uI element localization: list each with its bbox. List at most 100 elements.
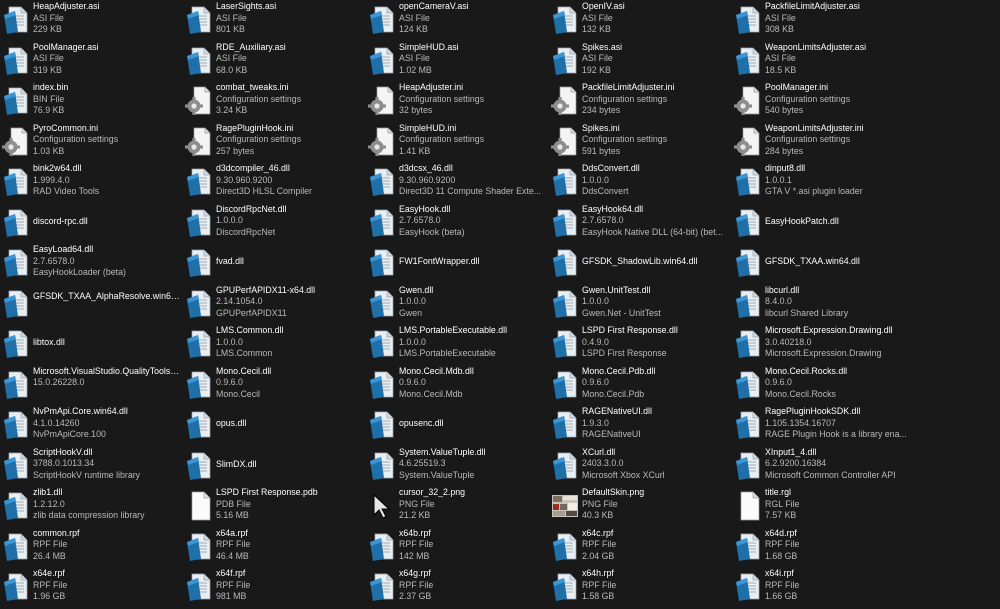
file-item-nvpmapi-core-win64-dll[interactable]: NvPmApi.Core.win64.dll 4.1.0.14260 NvPmApi… <box>0 405 183 446</box>
file-item-system-valuetuple-dll[interactable]: System.ValueTuple.dll 4.6.25519.3 System.V… <box>366 446 549 487</box>
document-icon <box>2 248 30 278</box>
file-item-mono-cecil-mdb-dll[interactable]: Mono.Cecil.Mdb.dll 0.9.6.0 Mono.Cecil.Mdb <box>366 365 549 406</box>
file-name: x64i.rpf <box>765 568 794 578</box>
file-type-or-version: ASI File <box>582 53 613 64</box>
file-size-or-description: NvPmApiCore.100 <box>33 429 106 440</box>
file-item-scripthookv-dll[interactable]: ScriptHookV.dll 3788.0.1013.34 ScriptHookV… <box>0 446 183 487</box>
file-item-discordrpcnet-dll[interactable]: DiscordRpcNet.dll 1.0.0.0 DiscordRpcNet <box>183 203 366 244</box>
file-item-gwen-unittest-dll[interactable]: Gwen.UnitTest.dll 1.0.0.0 Gwen.Net - UnitT… <box>549 284 732 325</box>
file-item-mono-cecil-rocks-dll[interactable]: Mono.Cecil.Rocks.dll 0.9.6.0 Mono.Cecil.Ro… <box>732 365 915 406</box>
file-item-spikes-asi[interactable]: Spikes.asi ASI File 192 KB <box>549 41 732 82</box>
file-size-or-description: 26.4 MB <box>33 550 66 561</box>
file-item-lms-common-dll[interactable]: LMS.Common.dll 1.0.0.0 LMS.Common <box>183 324 366 365</box>
file-name: LSPD First Response.pdb <box>216 487 318 497</box>
file-name: DiscordRpcNet.dll <box>216 203 287 214</box>
file-item-gpuperfapidx11-x64-dll[interactable]: GPUPerfAPIDX11-x64.dll 2.14.1054.0 GPUPerf… <box>183 284 366 325</box>
file-item-index-bin[interactable]: index.bin BIN File 76.9 KB <box>0 81 183 122</box>
file-item-slimdx-dll[interactable]: SlimDX.dll <box>183 446 366 487</box>
file-name: x64b.rpf <box>399 527 431 538</box>
file-item-easyhookpatch-dll[interactable]: EasyHookPatch.dll <box>732 203 915 244</box>
file-item-lspd-first-response-dll[interactable]: LSPD First Response.dll 0.4.9.0 LSPD First… <box>549 324 732 365</box>
file-item-packfilelimitadjuster-asi[interactable]: PackfileLimitAdjuster.asi ASI File 308 KB <box>732 0 915 41</box>
file-item-heapadjuster-ini[interactable]: HeapAdjuster.ini Configuration settings 32… <box>366 81 549 122</box>
file-item-gwen-dll[interactable]: Gwen.dll 1.0.0.0 Gwen <box>366 284 549 325</box>
file-type-or-version: ASI File <box>33 12 64 23</box>
file-name: Gwen.dll <box>399 284 434 295</box>
file-item-mono-cecil-pdb-dll[interactable]: Mono.Cecil.Pdb.dll 0.9.6.0 Mono.Cecil.Pdb <box>549 365 732 406</box>
file-item-microsoft-expression-drawing-dll[interactable]: Microsoft.Expression.Drawing.dll 3.0.4021… <box>732 324 915 365</box>
file-item-dinput8-dll[interactable]: dinput8.dll 1.0.0.1 GTA V *.asi plugin loa… <box>732 162 915 203</box>
document-icon <box>368 208 396 238</box>
file-item-ragepluginhook-ini[interactable]: RagePluginHook.ini Configuration settings… <box>183 122 366 163</box>
file-item-gfsdk-shadowlib-win64-dll[interactable]: GFSDK_ShadowLib.win64.dll <box>549 243 732 284</box>
file-item-opencamerav-asi[interactable]: openCameraV.asi ASI File 124 KB <box>366 0 549 41</box>
document-icon <box>2 410 30 440</box>
file-item-lasersights-asi[interactable]: LaserSights.asi ASI File 801 KB <box>183 0 366 41</box>
file-item-x64g-rpf[interactable]: x64g.rpf RPF File 2.37 GB <box>366 567 549 608</box>
file-item-microsoft-visualstudio-qualitytools-unittestframework-dll[interactable]: Microsoft.VisualStudio.QualityTools.Unit… <box>0 365 183 406</box>
file-item-rde-auxiliary-asi[interactable]: RDE_Auxiliary.asi ASI File 68.0 KB <box>183 41 366 82</box>
settings-file-icon <box>368 86 396 116</box>
file-item-x64f-rpf[interactable]: x64f.rpf RPF File 981 MB <box>183 567 366 608</box>
file-item-weaponlimitsadjuster-ini[interactable]: WeaponLimitsAdjuster.ini Configuration se… <box>732 122 915 163</box>
file-item-x64a-rpf[interactable]: x64a.rpf RPF File 46.4 MB <box>183 527 366 568</box>
file-item-x64e-rpf[interactable]: x64e.rpf RPF File 1.96 GB <box>0 567 183 608</box>
file-item-fvad-dll[interactable]: fvad.dll <box>183 243 366 284</box>
file-item-combat-tweaks-ini[interactable]: combat_tweaks.ini Configuration settings 3… <box>183 81 366 122</box>
file-item-d3dcompiler-46-dll[interactable]: d3dcompiler_46.dll 9.30.960.9200 Direct3D … <box>183 162 366 203</box>
file-size-or-description: Gwen.Net - UnitTest <box>582 307 661 318</box>
file-item-poolmanager-ini[interactable]: PoolManager.ini Configuration settings 540… <box>732 81 915 122</box>
file-item-heapadjuster-asi[interactable]: HeapAdjuster.asi ASI File 229 KB <box>0 0 183 41</box>
file-item-packfilelimitadjuster-ini[interactable]: PackfileLimitAdjuster.ini Configuration s… <box>549 81 732 122</box>
file-item-poolmanager-asi[interactable]: PoolManager.asi ASI File 319 KB <box>0 41 183 82</box>
file-item-easyhook64-dll[interactable]: EasyHook64.dll 2.7.6578.0 EasyHook Native … <box>549 203 732 244</box>
document-icon <box>734 451 762 481</box>
file-size-or-description: LMS.PortableExecutable <box>399 348 496 359</box>
file-item-ragepluginhooksdk-dll[interactable]: RagePluginHookSDK.dll 1.105.1354.16707 RAG… <box>732 405 915 446</box>
document-icon <box>2 491 30 521</box>
file-item-title-rgl[interactable]: title.rgl RGL File 7.57 KB <box>732 486 915 527</box>
file-item-fw1fontwrapper-dll[interactable]: FW1FontWrapper.dll <box>366 243 549 284</box>
file-item-x64i-rpf[interactable]: x64i.rpf RPF File 1.66 GB <box>732 567 915 608</box>
file-item-spikes-ini[interactable]: Spikes.ini Configuration settings 591 byte… <box>549 122 732 163</box>
file-item-mono-cecil-dll[interactable]: Mono.Cecil.dll 0.9.6.0 Mono.Cecil <box>183 365 366 406</box>
file-item-lms-portableexecutable-dll[interactable]: LMS.PortableExecutable.dll 1.0.0.0 LMS.Por… <box>366 324 549 365</box>
file-name: Mono.Cecil.dll <box>216 365 272 376</box>
document-icon <box>368 451 396 481</box>
file-item-openiv-asi[interactable]: OpenIV.asi ASI File 132 KB <box>549 0 732 41</box>
file-item-xcurl-dll[interactable]: XCurl.dll 2403.3.0.0 Microsoft Xbox XCurl <box>549 446 732 487</box>
file-item-easyload64-dll[interactable]: EasyLoad64.dll 2.7.6578.0 EasyHookLoader (… <box>0 243 183 284</box>
file-item-xinput1-4-dll[interactable]: XInput1_4.dll 6.2.9200.16384 Microsoft Com… <box>732 446 915 487</box>
file-item-simplehud-ini[interactable]: SimpleHUD.ini Configuration settings 1.41 … <box>366 122 549 163</box>
file-item-x64h-rpf[interactable]: x64h.rpf RPF File 1.58 GB <box>549 567 732 608</box>
file-size-or-description: 1.68 GB <box>765 550 798 561</box>
file-type-or-version: Configuration settings <box>33 134 119 145</box>
file-item-d3dcsx-46-dll[interactable]: d3dcsx_46.dll 9.30.960.9200 Direct3D 11 Co… <box>366 162 549 203</box>
file-item-zlib1-dll[interactable]: zlib1.dll 1.2.12.0 zlib data compression l… <box>0 486 183 527</box>
file-item-x64c-rpf[interactable]: x64c.rpf RPF File 2.04 GB <box>549 527 732 568</box>
file-item-gfsdk-txaa-alpharesolve-win64-dll[interactable]: GFSDK_TXAA_AlphaResolve.win64.dll <box>0 284 183 325</box>
file-item-gfsdk-txaa-win64-dll[interactable]: GFSDK_TXAA.win64.dll <box>732 243 915 284</box>
file-item-bink2w64-dll[interactable]: bink2w64.dll 1.999.4.0 RAD Video Tools <box>0 162 183 203</box>
file-name: PyroCommon.ini <box>33 122 99 133</box>
file-item-lspd-first-response-pdb[interactable]: LSPD First Response.pdb PDB File 5.16 MB <box>183 486 366 527</box>
file-item-opusenc-dll[interactable]: opusenc.dll <box>366 405 549 446</box>
file-size-or-description: GPUPerfAPIDX11 <box>216 307 287 318</box>
file-item-weaponlimitsadjuster-asi[interactable]: WeaponLimitsAdjuster.asi ASI File 18.5 KB <box>732 41 915 82</box>
file-item-simplehud-asi[interactable]: SimpleHUD.asi ASI File 1.02 MB <box>366 41 549 82</box>
file-item-ddsconvert-dll[interactable]: DdsConvert.dll 1.0.0.0 DdsConvert <box>549 162 732 203</box>
file-item-easyhook-dll[interactable]: EasyHook.dll 2.7.6578.0 EasyHook (beta) <box>366 203 549 244</box>
file-item-ragenativeui-dll[interactable]: RAGENativeUI.dll 1.9.3.0 RAGENativeUI <box>549 405 732 446</box>
file-size-or-description: 40.3 KB <box>582 510 614 521</box>
file-item-libtox-dll[interactable]: libtox.dll <box>0 324 183 365</box>
file-item-pyrocommon-ini[interactable]: PyroCommon.ini Configuration settings 1.03… <box>0 122 183 163</box>
file-item-common-rpf[interactable]: common.rpf RPF File 26.4 MB <box>0 527 183 568</box>
file-item-x64d-rpf[interactable]: x64d.rpf RPF File 1.68 GB <box>732 527 915 568</box>
file-item-opus-dll[interactable]: opus.dll <box>183 405 366 446</box>
document-icon <box>551 5 579 35</box>
file-item-libcurl-dll[interactable]: libcurl.dll 8.4.0.0 libcurl Shared Library <box>732 284 915 325</box>
file-item-discord-rpc-dll[interactable]: discord-rpc.dll <box>0 203 183 244</box>
file-item-cursor-32-2-png[interactable]: cursor_32_2.png PNG File 21.2 KB <box>366 486 549 527</box>
file-item-defaultskin-png[interactable]: DefaultSkin.png PNG File 40.3 KB <box>549 486 732 527</box>
file-item-x64b-rpf[interactable]: x64b.rpf RPF File 142 MB <box>366 527 549 568</box>
